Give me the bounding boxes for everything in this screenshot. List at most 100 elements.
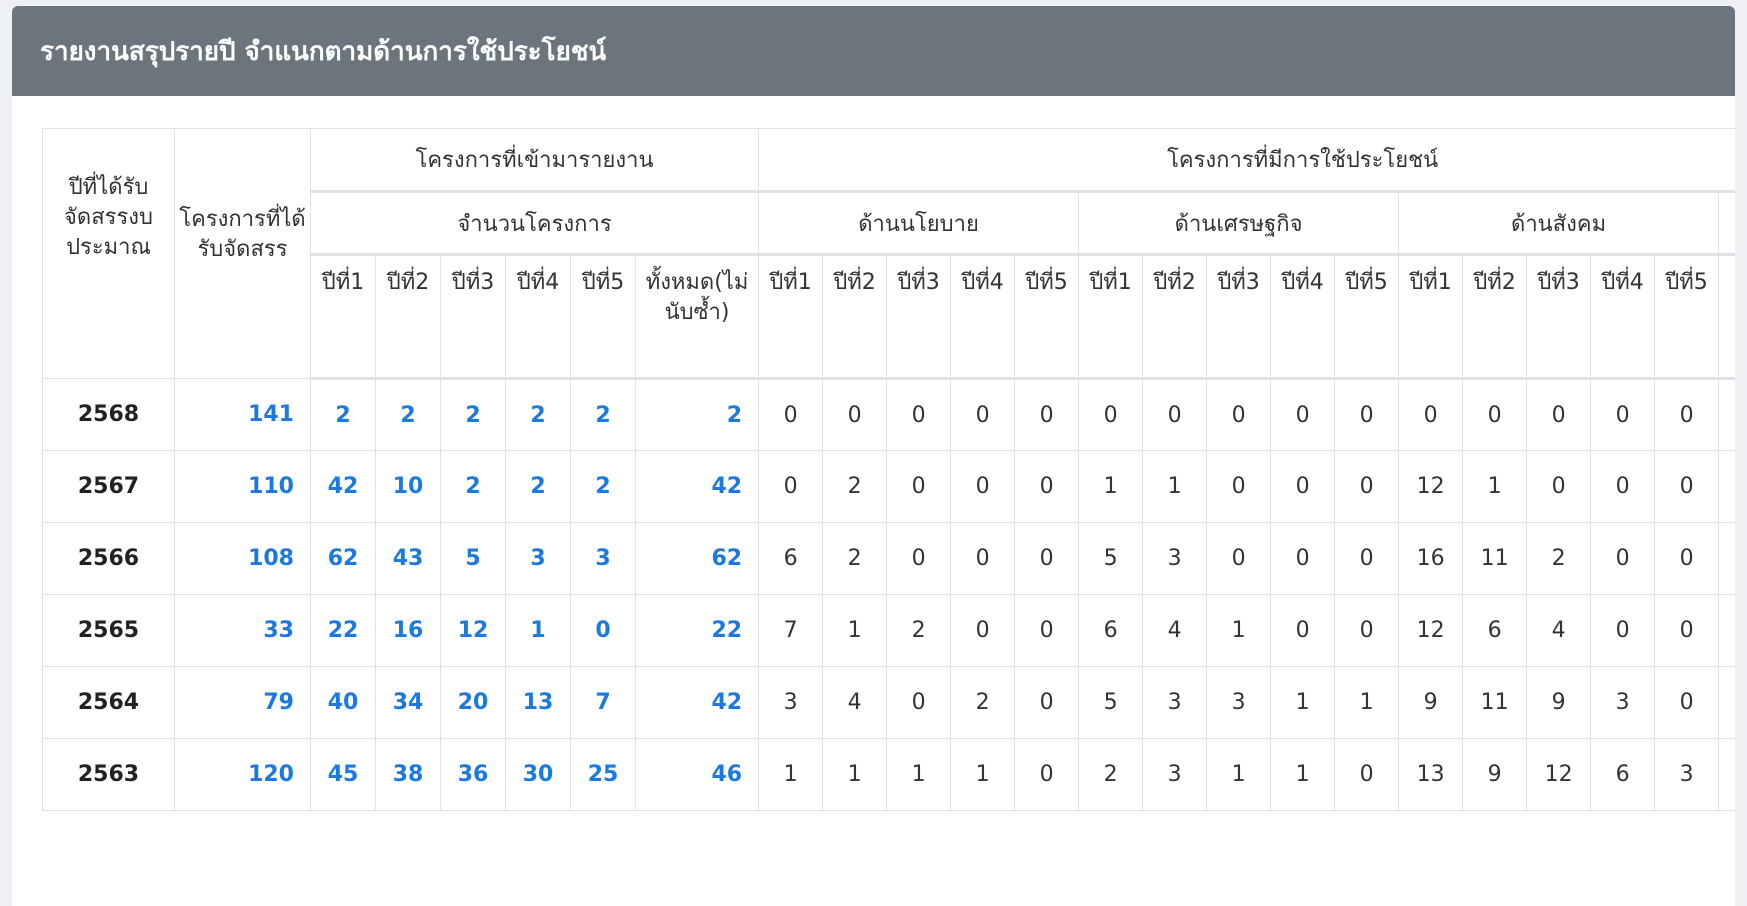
table-row: 2567 110 42 10 2 2 2 42 0 2 0 0 0 1 1 0 0 0 12 1 0 0 0: [42, 450, 1735, 523]
reported-link[interactable]: 3: [570, 522, 636, 595]
economic-year-1-header: ปีที่1: [1078, 253, 1144, 380]
reported-link[interactable]: 2: [310, 378, 376, 451]
reported-link[interactable]: 2: [570, 378, 636, 451]
next-cell: [1718, 378, 1735, 451]
reported-link[interactable]: 43: [375, 522, 441, 595]
policy-year-5-header: ปีที่5: [1014, 253, 1080, 380]
social-cell: 12: [1398, 594, 1464, 667]
policy-cell: 0: [1014, 738, 1080, 811]
total-nodup-header: ทั้งหมด(ไม่นับซ้ำ): [634, 253, 760, 380]
reported-link[interactable]: 2: [505, 378, 571, 451]
social-year-2-header: ปีที่2: [1462, 253, 1528, 380]
social-cell: 2: [1526, 522, 1592, 595]
policy-cell: 2: [822, 450, 888, 523]
social-cell: 6: [1462, 594, 1528, 667]
reported-link[interactable]: 2: [440, 450, 506, 523]
reported-link[interactable]: 25: [570, 738, 636, 811]
reported-total-link[interactable]: 42: [634, 450, 760, 523]
social-cell: 0: [1654, 378, 1720, 451]
reported-total-link[interactable]: 2: [634, 378, 760, 451]
economic-year-4-header: ปีที่4: [1270, 253, 1336, 380]
economic-cell: 1: [1142, 450, 1208, 523]
table-wrapper: ปีที่ได้รับจัดสรรงบประมาณ โครงการที่ได้ร…: [42, 128, 1735, 811]
policy-cell: 0: [758, 450, 824, 523]
economic-year-5-header: ปีที่5: [1334, 253, 1400, 380]
reported-total-link[interactable]: 46: [634, 738, 760, 811]
social-cell: 0: [1398, 378, 1464, 451]
summary-table: ปีที่ได้รับจัดสรรงบประมาณ โครงการที่ได้ร…: [42, 128, 1735, 811]
reported-link[interactable]: 12: [440, 594, 506, 667]
social-cell: 4: [1526, 594, 1592, 667]
reported-link[interactable]: 30: [505, 738, 571, 811]
economic-cell: 0: [1270, 594, 1336, 667]
policy-cell: 1: [758, 738, 824, 811]
reported-link[interactable]: 5: [440, 522, 506, 595]
reported-link[interactable]: 2: [375, 378, 441, 451]
reported-link[interactable]: 3: [505, 522, 571, 595]
social-cell: 0: [1654, 450, 1720, 523]
social-cell: 11: [1462, 522, 1528, 595]
reported-link[interactable]: 22: [310, 594, 376, 667]
year-cell: 2564: [42, 666, 175, 739]
reported-total-link[interactable]: 42: [634, 666, 760, 739]
social-cell: 0: [1526, 450, 1592, 523]
economic-cell: 3: [1142, 666, 1208, 739]
policy-cell: 1: [822, 594, 888, 667]
policy-cell: 0: [822, 378, 888, 451]
reported-link[interactable]: 13: [505, 666, 571, 739]
social-cell: 16: [1398, 522, 1464, 595]
reported-link[interactable]: 40: [310, 666, 376, 739]
allocated-link[interactable]: 110: [174, 450, 311, 523]
economic-year-2-header: ปีที่2: [1142, 253, 1208, 380]
economic-cell: 1: [1206, 738, 1272, 811]
allocated-link[interactable]: 141: [174, 378, 311, 451]
next-group-header: [1718, 190, 1735, 255]
economic-header: ด้านเศรษฐกิจ: [1078, 190, 1400, 255]
policy-cell: 0: [950, 378, 1016, 451]
reported-link[interactable]: 20: [440, 666, 506, 739]
allocated-link[interactable]: 33: [174, 594, 311, 667]
reported-link[interactable]: 36: [440, 738, 506, 811]
reported-link[interactable]: 0: [570, 594, 636, 667]
policy-cell: 6: [758, 522, 824, 595]
social-cell: 6: [1590, 738, 1656, 811]
reported-total-link[interactable]: 62: [634, 522, 760, 595]
reported-link[interactable]: 45: [310, 738, 376, 811]
economic-cell: 4: [1142, 594, 1208, 667]
policy-cell: 0: [950, 450, 1016, 523]
reported-link[interactable]: 2: [440, 378, 506, 451]
reported-link[interactable]: 42: [310, 450, 376, 523]
policy-cell: 0: [1014, 594, 1080, 667]
reported-total-link[interactable]: 22: [634, 594, 760, 667]
policy-cell: 0: [1014, 450, 1080, 523]
next-cell: [1718, 594, 1735, 667]
policy-header: ด้านนโยบาย: [758, 190, 1080, 255]
reported-link[interactable]: 2: [570, 450, 636, 523]
policy-cell: 0: [886, 378, 952, 451]
reported-link[interactable]: 2: [505, 450, 571, 523]
economic-cell: 2: [1078, 738, 1144, 811]
social-year-1-header: ปีที่1: [1398, 253, 1464, 380]
reported-link[interactable]: 62: [310, 522, 376, 595]
policy-cell: 4: [822, 666, 888, 739]
economic-cell: 0: [1334, 522, 1400, 595]
allocated-link[interactable]: 120: [174, 738, 311, 811]
reported-link[interactable]: 10: [375, 450, 441, 523]
reported-link[interactable]: 16: [375, 594, 441, 667]
policy-cell: 0: [886, 522, 952, 595]
social-cell: 9: [1462, 738, 1528, 811]
reported-year-1-header: ปีที่1: [310, 253, 376, 380]
social-cell: 3: [1590, 666, 1656, 739]
reported-link[interactable]: 34: [375, 666, 441, 739]
reported-link[interactable]: 7: [570, 666, 636, 739]
policy-year-2-header: ปีที่2: [822, 253, 888, 380]
allocated-link[interactable]: 79: [174, 666, 311, 739]
allocated-link[interactable]: 108: [174, 522, 311, 595]
reported-link[interactable]: 38: [375, 738, 441, 811]
policy-cell: 2: [950, 666, 1016, 739]
reported-link[interactable]: 1: [505, 594, 571, 667]
card-header: รายงานสรุปรายปี จำแนกตามด้านการใช้ประโยช…: [12, 6, 1735, 96]
economic-cell: 0: [1078, 378, 1144, 451]
policy-year-3-header: ปีที่3: [886, 253, 952, 380]
year-header: ปีที่ได้รับจัดสรรงบประมาณ: [42, 128, 175, 379]
